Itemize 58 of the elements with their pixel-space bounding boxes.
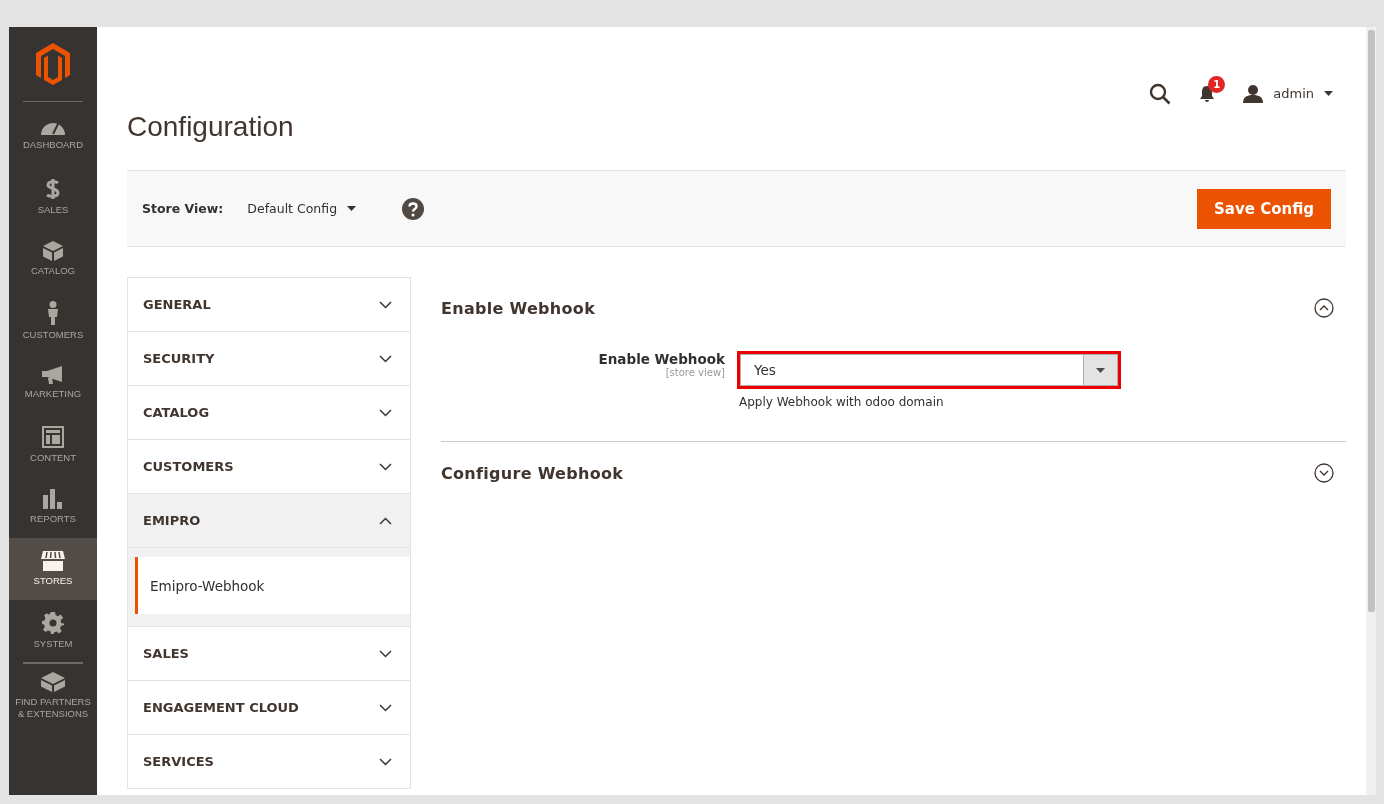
caret-icon <box>1324 91 1333 96</box>
nav-item[interactable]: STORES <box>9 538 97 600</box>
logo-icon[interactable] <box>36 43 70 85</box>
bell-icon[interactable] <box>1199 84 1216 103</box>
nav-item[interactable]: CONTENT <box>9 414 97 476</box>
page-title: Configuration <box>127 110 294 143</box>
brick-icon <box>41 669 65 692</box>
chevron-down-icon <box>379 354 392 363</box>
chevron-down-icon <box>379 462 392 471</box>
nav-item[interactable]: DASHBOARD <box>9 104 97 166</box>
chevron-down-icon <box>379 408 392 417</box>
caret-icon <box>347 206 357 211</box>
chevron-up-icon <box>379 516 392 525</box>
chevron-down-icon <box>379 649 392 658</box>
config-tab[interactable]: GENERAL <box>128 278 410 332</box>
config-subtab[interactable]: Emipro-Webhook <box>135 557 410 614</box>
save-config-button[interactable]: Save Config <box>1197 188 1331 229</box>
config-tab[interactable]: EMIPRO <box>128 494 410 548</box>
field-note: Apply Webhook with odoo domain <box>738 395 945 409</box>
select-field[interactable]: Yes <box>740 354 1118 386</box>
gear-icon <box>42 611 64 634</box>
nav-item[interactable]: SALES <box>9 166 97 228</box>
config-tab[interactable]: CATALOG <box>128 386 410 440</box>
chevron-down-icon <box>379 300 392 309</box>
chevron-down-icon <box>379 757 392 766</box>
notification-count: 1 <box>1208 75 1226 93</box>
config-tab[interactable]: SECURITY <box>128 332 410 386</box>
expand-icon[interactable] <box>1314 463 1334 483</box>
store-view-label: Store View: <box>142 201 224 216</box>
megaphone-icon <box>42 365 64 384</box>
chevron-down-icon <box>379 703 392 712</box>
box-icon <box>43 240 63 261</box>
layout-icon <box>42 425 64 448</box>
search-icon[interactable] <box>1149 82 1172 105</box>
dollar-icon <box>46 177 60 200</box>
bar-chart-icon <box>43 488 63 509</box>
field-label: Enable Webhook <box>598 351 725 367</box>
collapse-icon[interactable] <box>1314 298 1334 318</box>
config-tab[interactable]: ENGAGEMENT CLOUD <box>128 681 410 735</box>
user-menu[interactable]: admin <box>1243 84 1346 103</box>
store-view-switcher[interactable]: Default Config <box>247 201 357 216</box>
nav-item[interactable]: FIND PARTNERS & EXTENSIONS <box>9 664 97 726</box>
scope-hint: [store view] <box>665 367 725 378</box>
config-tab[interactable]: SERVICES <box>128 735 410 789</box>
person-icon <box>47 300 59 325</box>
nav-item[interactable]: MARKETING <box>9 352 97 414</box>
nav-item[interactable]: CUSTOMERS <box>9 290 97 352</box>
caret-icon <box>1096 367 1105 373</box>
nav-item[interactable]: SYSTEM <box>9 600 97 662</box>
nav-item[interactable]: REPORTS <box>9 476 97 538</box>
help-icon[interactable] <box>402 197 425 220</box>
user-icon <box>1243 84 1264 103</box>
nav-item[interactable]: CATALOG <box>9 228 97 290</box>
storefront-icon <box>41 550 65 571</box>
section-title[interactable]: Enable Webhook <box>441 298 596 318</box>
scrollbar-thumb[interactable] <box>1367 30 1375 612</box>
section-title[interactable]: Configure Webhook <box>441 463 624 483</box>
config-tab[interactable]: SALES <box>128 627 410 681</box>
